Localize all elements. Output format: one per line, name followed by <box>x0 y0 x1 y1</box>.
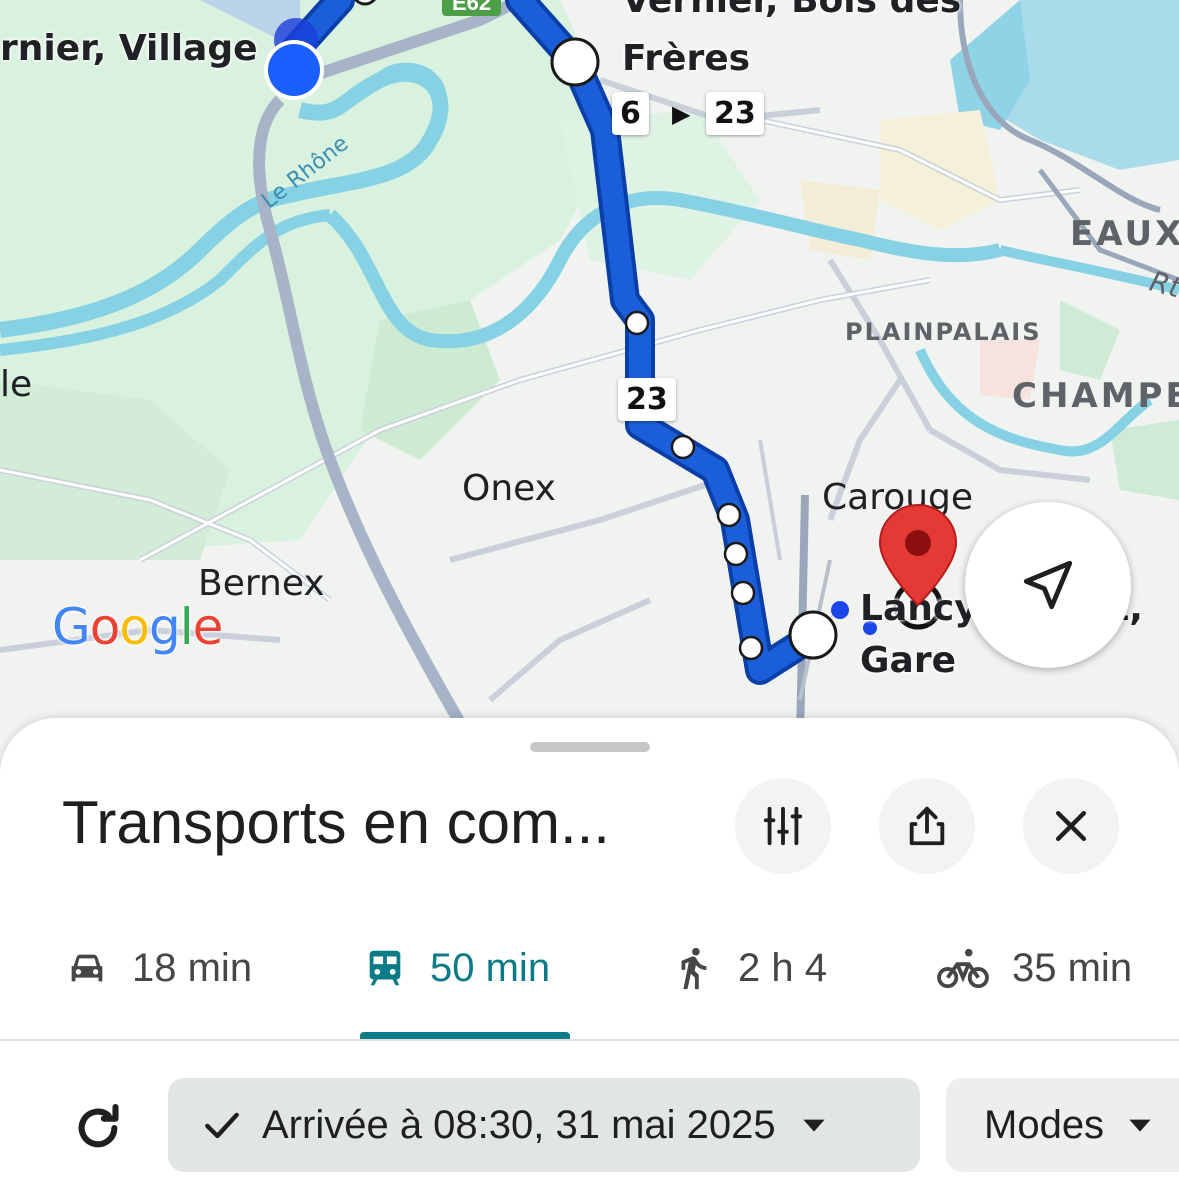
label-freres[interactable]: Frères <box>622 38 750 79</box>
locate-button[interactable] <box>965 502 1131 668</box>
mode-tab-car[interactable]: 18 min <box>64 928 252 1008</box>
check-icon <box>205 1112 239 1139</box>
map-view[interactable]: rnier, Village Vernier, Bois des Frères … <box>0 0 1179 744</box>
modes-chip-label: Modes <box>984 1102 1105 1147</box>
label-vernier-village[interactable]: rnier, Village <box>0 28 258 69</box>
modes-chip[interactable]: Modes <box>946 1078 1179 1172</box>
filters-button[interactable] <box>735 778 831 874</box>
road-shield-e62: E62 <box>442 0 502 16</box>
line-badge-23[interactable]: 23 <box>618 378 676 421</box>
share-button[interactable] <box>879 778 975 874</box>
line-badge-6[interactable]: 6 <box>612 92 649 135</box>
sheet-title: Transports en com... <box>62 789 610 856</box>
transfer-arrow-icon: ▶ <box>672 101 691 128</box>
label-champel[interactable]: CHAMPE <box>1012 376 1179 416</box>
tabs-divider <box>0 1039 1179 1041</box>
mode-car-duration: 18 min <box>132 945 253 990</box>
train-icon <box>369 950 401 986</box>
car-icon <box>71 954 103 982</box>
close-icon <box>1055 810 1087 842</box>
google-logo: Google <box>52 598 223 656</box>
sliders-icon <box>763 806 803 846</box>
navigation-arrow-icon <box>1023 560 1073 610</box>
label-eaux-vives[interactable]: EAUX <box>1070 214 1179 254</box>
mode-transit-duration: 50 min <box>430 945 551 990</box>
arrival-time-label: Arrivée à 08:30, 31 mai 2025 <box>262 1102 776 1147</box>
bike-icon <box>937 948 989 989</box>
label-le[interactable]: le <box>0 364 32 405</box>
caret-down-icon <box>802 1119 825 1132</box>
share-icon <box>909 806 945 846</box>
red-pin-icon[interactable] <box>878 503 958 607</box>
close-button[interactable] <box>1023 778 1119 874</box>
mode-bike-duration: 35 min <box>1012 945 1133 990</box>
label-plainpalais[interactable]: PLAINPALAIS <box>845 318 1042 346</box>
arrival-time-chip[interactable]: Arrivée à 08:30, 31 mai 2025 <box>168 1078 920 1172</box>
sheet-drag-handle[interactable] <box>530 742 650 752</box>
label-onex[interactable]: Onex <box>462 468 556 509</box>
line-badge-23-transfer[interactable]: 23 <box>706 92 764 135</box>
mode-walk-duration: 2 h 4 <box>738 945 827 990</box>
refresh-icon <box>78 1103 119 1148</box>
mode-tab-walk[interactable]: 2 h 4 <box>670 928 827 1008</box>
mode-tab-bike[interactable]: 35 min <box>936 928 1132 1008</box>
mode-tab-transit[interactable]: 50 min <box>362 928 550 1008</box>
caret-down-icon <box>1129 1119 1151 1132</box>
directions-sheet: Transports en com... 18 min 50 min 2 h 4… <box>0 718 1179 1188</box>
walk-icon <box>681 947 707 990</box>
label-gare[interactable]: Gare <box>860 640 956 681</box>
label-vernier-bois[interactable]: Vernier, Bois des <box>622 0 961 21</box>
refresh-button[interactable] <box>66 1096 130 1160</box>
